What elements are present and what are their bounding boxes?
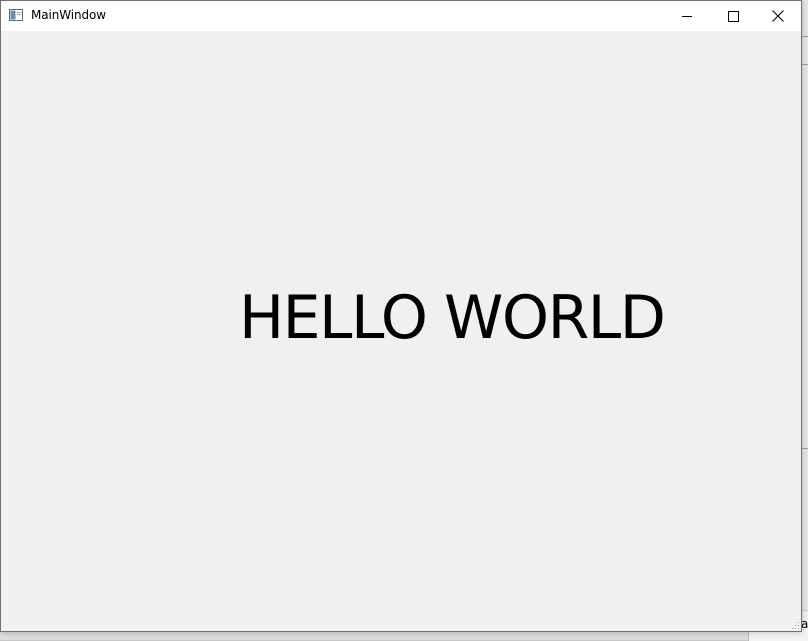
resize-grip-icon[interactable] [790, 620, 800, 630]
hello-world-label: HELLO WORLD [239, 283, 666, 353]
title-bar[interactable]: MainWindow [1, 1, 801, 31]
background-window-edge [802, 0, 808, 640]
window-title: MainWindow [31, 8, 106, 22]
main-window: MainWindow HELLO WORLD [0, 0, 802, 632]
background-text: a [801, 617, 808, 631]
maximize-button[interactable] [710, 1, 756, 31]
close-button[interactable] [755, 1, 801, 31]
background-window-bottom [0, 632, 808, 640]
window-client-area: HELLO WORLD [1, 31, 801, 631]
app-window-icon [9, 9, 23, 21]
minimize-icon [682, 16, 692, 17]
background-divider [802, 448, 808, 449]
close-icon [772, 10, 784, 22]
minimize-button[interactable] [664, 1, 710, 31]
maximize-icon [727, 10, 739, 22]
background-divider [802, 64, 808, 65]
background-divider [802, 36, 808, 37]
